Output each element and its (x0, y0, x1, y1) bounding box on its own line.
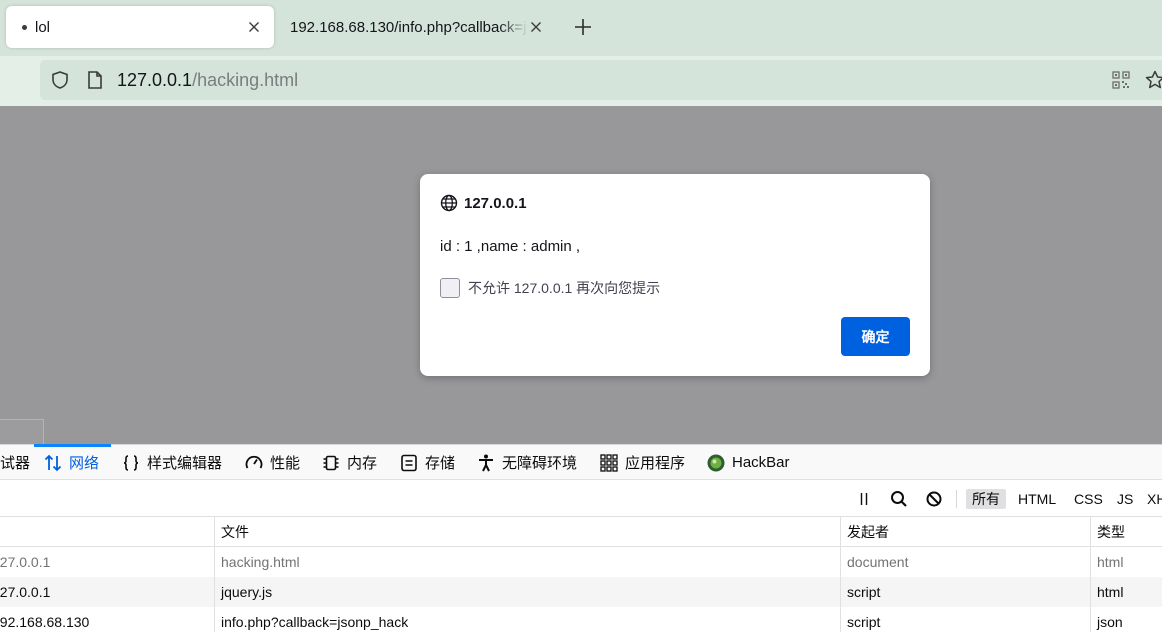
tab-strip: lol 192.168.68.130/info.php?callback=jso… (0, 0, 1162, 56)
suppress-prompts-checkbox[interactable] (440, 278, 460, 298)
navigation-bar: 127.0.0.1/hacking.html (0, 56, 1162, 106)
tab-hackbar[interactable]: HackBar (706, 445, 790, 480)
devtools-panel: 试器 网络 样式编辑器 性能 内存 存储 无障碍环境 应用程序 HackBar … (0, 444, 1162, 632)
tab-label: 应用程序 (625, 455, 686, 472)
new-tab-plus-icon[interactable] (572, 16, 594, 38)
cell-initiator: document (840, 547, 1090, 577)
cell-domain: 192.168.68.130 (0, 614, 90, 630)
column-header-initiator[interactable]: 发起者 (840, 517, 1090, 547)
filter-js-button[interactable]: JS (1111, 489, 1139, 509)
column-header-type[interactable]: 类型 (1090, 517, 1162, 547)
storage-icon (401, 454, 417, 471)
cell-file: info.php?callback=jsonp_hack (214, 607, 840, 632)
dialog-header: 127.0.0.1 (440, 194, 527, 212)
table-row[interactable]: 192.168.68.130 info.php?callback=jsonp_h… (0, 607, 1162, 632)
cell-type: json (1090, 607, 1162, 632)
accessibility-icon (479, 454, 493, 471)
request-table: 文件 发起者 类型 127.0.0.1 hacking.html documen… (0, 517, 1162, 632)
search-icon[interactable] (889, 489, 909, 509)
bookmark-star-icon[interactable] (1144, 69, 1162, 91)
filter-css-button[interactable]: CSS (1068, 489, 1109, 509)
filter-xhr-button[interactable]: XH (1141, 489, 1162, 509)
cell-initiator: script (840, 607, 1090, 632)
suppress-prompts-option[interactable]: 不允许 127.0.0.1 再次向您提示 (440, 278, 660, 298)
devtools-tab-bar: 试器 网络 样式编辑器 性能 内存 存储 无障碍环境 应用程序 HackBar (0, 444, 1162, 480)
tab-network[interactable]: 网络 (34, 444, 111, 480)
suppress-prompts-label[interactable]: 不允许 127.0.0.1 再次向您提示 (468, 278, 660, 298)
tab-debugger[interactable]: 试器 (0, 445, 30, 480)
cell-domain: 127.0.0.1 (0, 554, 51, 570)
tab-style-editor[interactable]: 样式编辑器 (121, 445, 222, 480)
tab-label: 内存 (347, 455, 378, 472)
page-icon[interactable] (86, 70, 104, 90)
tab-label: 网络 (69, 455, 100, 472)
filter-all-button[interactable]: 所有 (966, 489, 1006, 509)
tab-accessibility[interactable]: 无障碍环境 (476, 445, 577, 480)
cell-type: html (1090, 577, 1162, 607)
url-path: /hacking.html (192, 70, 299, 90)
url-host: 127.0.0.1 (117, 70, 193, 90)
tab-title: lol (35, 18, 51, 36)
tab-label: 试器 (0, 455, 31, 472)
tab-label: HackBar (732, 454, 790, 471)
tab-application[interactable]: 应用程序 (599, 445, 685, 480)
grid-icon (600, 453, 618, 472)
pause-icon[interactable] (854, 489, 874, 509)
tab-label: 存储 (425, 455, 456, 472)
cell-domain: 127.0.0.1 (0, 584, 51, 600)
filter-html-button[interactable]: HTML (1012, 489, 1062, 509)
ok-button[interactable]: 确定 (841, 317, 910, 356)
column-header-file[interactable]: 文件 (214, 517, 840, 547)
table-row[interactable]: 127.0.0.1 jquery.js script html (0, 577, 1162, 607)
close-icon[interactable] (528, 19, 544, 35)
page-element-fragment (0, 419, 44, 444)
globe-icon (440, 194, 458, 212)
tab-label: 样式编辑器 (147, 455, 223, 472)
block-icon[interactable] (924, 489, 944, 509)
table-header: 文件 发起者 类型 (0, 517, 1162, 547)
tab-memory[interactable]: 内存 (321, 445, 377, 480)
cell-file: hacking.html (214, 547, 840, 577)
browser-tab-lol[interactable]: lol (6, 6, 274, 48)
toolbar-divider (956, 490, 957, 508)
shield-icon[interactable] (50, 70, 70, 90)
url-bar[interactable]: 127.0.0.1/hacking.html (40, 60, 1162, 100)
memory-chip-icon (323, 455, 339, 470)
tab-performance[interactable]: 性能 (244, 445, 300, 480)
page-viewport-overlay: 127.0.0.1 id : 1 ,name : admin , 不允许 127… (0, 106, 1162, 444)
tab-label: 性能 (270, 455, 301, 472)
tab-loading-dot-icon (22, 24, 27, 30)
braces-icon (123, 454, 139, 471)
cell-initiator: script (840, 577, 1090, 607)
qr-code-icon[interactable] (1112, 71, 1130, 89)
cell-file: jquery.js (214, 577, 840, 607)
close-icon[interactable] (246, 19, 262, 35)
hackbar-icon (707, 454, 725, 471)
column-header-domain[interactable] (0, 517, 214, 547)
tab-storage[interactable]: 存储 (399, 445, 455, 480)
network-toolbar: 所有 HTML CSS JS XH (0, 481, 1162, 517)
tab-title: 192.168.68.130/info.php?callback=jsonp_h… (290, 18, 528, 36)
browser-tab-info-php[interactable]: 192.168.68.130/info.php?callback=jsonp_h… (284, 6, 550, 48)
cell-type: html (1090, 547, 1162, 577)
alert-dialog: 127.0.0.1 id : 1 ,name : admin , 不允许 127… (420, 174, 930, 376)
dialog-message: id : 1 ,name : admin , (440, 238, 581, 255)
table-row[interactable]: 127.0.0.1 hacking.html document html (0, 547, 1162, 577)
gauge-icon (245, 455, 263, 468)
url-text[interactable]: 127.0.0.1/hacking.html (117, 70, 298, 91)
tab-label: 无障碍环境 (502, 455, 578, 472)
dialog-origin: 127.0.0.1 (464, 194, 527, 212)
network-icon (44, 454, 62, 471)
